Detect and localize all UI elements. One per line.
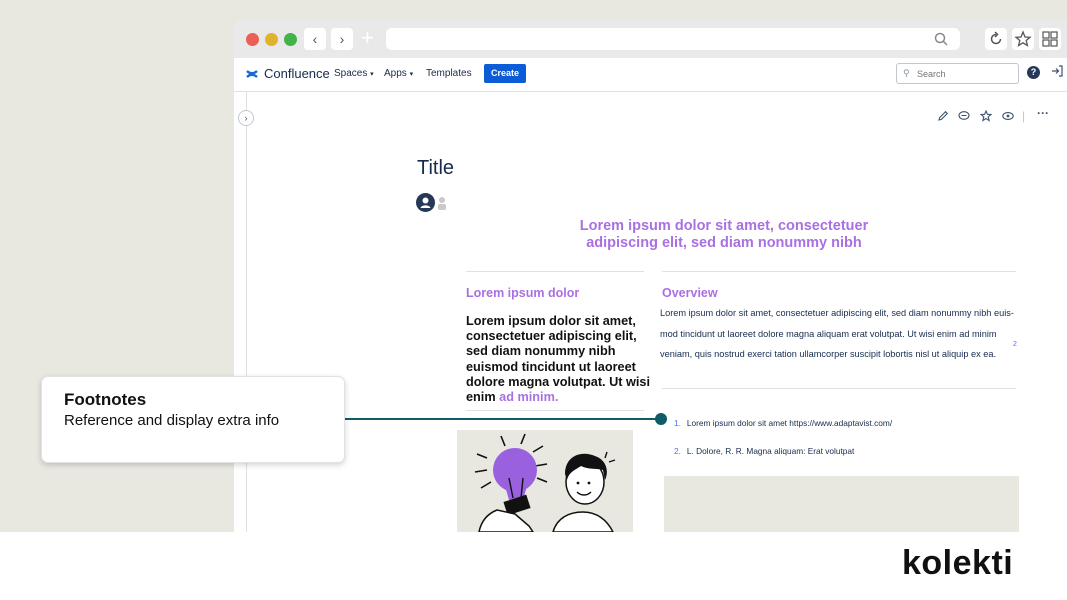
confluence-logo-icon <box>246 69 258 78</box>
divider <box>662 388 1016 389</box>
callout-anchor-dot <box>655 413 667 425</box>
sign-out-icon <box>1052 65 1063 77</box>
kolekti-logo: kolekti <box>902 544 1014 582</box>
footnote-reference[interactable]: 2 <box>1013 341 1017 348</box>
page-title: Title <box>417 157 455 179</box>
more-actions-button[interactable]: ··· <box>1037 106 1049 120</box>
star-page-button[interactable] <box>979 109 993 125</box>
section-heading: Lorem ipsum dolor <box>466 286 580 300</box>
confluence-logo[interactable]: Confluence <box>246 66 330 81</box>
edit-button[interactable] <box>937 110 949 125</box>
confluence-header: Confluence Spaces ▾ Apps ▾ Templates Cre… <box>234 58 1067 92</box>
close-window-button[interactable] <box>246 33 259 46</box>
overview-line: mod tincidunt ut laoreet dolore magna al… <box>660 328 997 339</box>
logout-button[interactable] <box>1051 65 1063 80</box>
search-input[interactable] <box>917 64 1012 83</box>
comment-button[interactable] <box>958 110 970 125</box>
confluence-wordmark: Confluence <box>264 66 330 81</box>
minimize-window-button[interactable] <box>265 33 278 46</box>
eye-icon <box>1002 112 1014 120</box>
search-icon <box>934 32 948 46</box>
callout-title: Footnotes <box>64 390 147 409</box>
maximize-window-button[interactable] <box>284 33 297 46</box>
footnote-text: L. Dolore, R. R. Magna aliquam: Erat vol… <box>686 446 855 456</box>
lead-text: Lorem ipsum dolor sit amet, consectetuer… <box>579 218 869 251</box>
person-with-lightbulb-icon <box>474 433 616 532</box>
callout-connector <box>343 418 658 420</box>
browser-toolbar: ‹ › + <box>234 20 1067 58</box>
expand-sidebar-button[interactable]: › <box>238 110 254 126</box>
toolbar-divider: | <box>1022 109 1026 123</box>
chevron-right-icon: › <box>244 113 248 123</box>
chevron-right-icon: › <box>339 31 345 47</box>
tabs-overview-button[interactable] <box>1039 28 1061 50</box>
footnote-item: 1. Lorem ipsum dolor sit amet https://www… <box>674 418 892 428</box>
grid-icon <box>1042 31 1058 47</box>
address-bar[interactable] <box>386 28 960 50</box>
divider <box>662 271 1016 272</box>
watch-button[interactable] <box>1002 110 1014 125</box>
overview-line: veniam, quis nostrud exerci tation ullam… <box>660 349 997 359</box>
chevron-down-icon: ▾ <box>370 71 374 78</box>
lightbulb-illustration <box>457 430 633 532</box>
placeholder-image <box>664 476 1019 532</box>
nav-spaces-label: Spaces <box>334 68 368 79</box>
star-icon <box>1014 30 1032 47</box>
new-tab-button[interactable]: + <box>361 26 374 50</box>
divider <box>466 410 644 411</box>
user-icon <box>420 197 431 208</box>
highlight-paragraph: Lorem ipsum dolor sit amet, consectetuer… <box>466 314 651 405</box>
create-button[interactable]: Create <box>484 64 526 83</box>
comment-icon <box>958 111 970 120</box>
footnote-number[interactable]: 2. <box>674 446 681 456</box>
forward-button[interactable]: › <box>331 28 353 50</box>
back-button[interactable]: ‹ <box>304 28 326 50</box>
browser-window: ‹ › + Confluence Spaces ▾ Apps ▾ Templat… <box>234 20 1067 532</box>
avatar[interactable] <box>416 193 435 212</box>
footnotes-callout: Footnotes Reference and display extra in… <box>41 376 345 463</box>
overview-paragraph: Lorem ipsum dolor sit amet, consectetuer… <box>660 303 1036 365</box>
chevron-left-icon: ‹ <box>312 31 318 47</box>
user-placeholder-icon <box>438 197 446 210</box>
reload-icon <box>990 31 1002 45</box>
reload-button[interactable] <box>985 28 1007 50</box>
pencil-icon <box>938 110 949 121</box>
chevron-down-icon: ▾ <box>409 71 414 78</box>
ellipsis-icon: ··· <box>1037 106 1049 120</box>
nav-spaces[interactable]: Spaces ▾ <box>334 68 374 79</box>
sidebar-divider <box>246 92 247 532</box>
footnote-item: 2. L. Dolore, R. R. Magna aliquam: Erat v… <box>674 446 854 456</box>
search-box[interactable]: ⚲ <box>896 63 1019 84</box>
highlight-paragraph-accent: ad minim. <box>499 390 559 405</box>
overview-line: Lorem ipsum dolor sit amet, consectetuer… <box>660 308 1014 318</box>
star-icon <box>979 109 993 122</box>
nav-templates[interactable]: Templates <box>426 68 472 79</box>
divider <box>466 271 644 272</box>
bookmark-button[interactable] <box>1012 28 1034 50</box>
footnote-number[interactable]: 1. <box>674 418 681 428</box>
callout-subtitle: Reference and display extra info <box>64 412 280 429</box>
search-icon: ⚲ <box>903 68 910 78</box>
nav-apps[interactable]: Apps ▾ <box>384 68 413 79</box>
help-button[interactable]: ? <box>1027 66 1040 79</box>
overview-heading: Overview <box>662 286 718 300</box>
footnote-text: Lorem ipsum dolor sit amet https://www.a… <box>686 418 893 428</box>
nav-apps-label: Apps <box>384 68 407 79</box>
